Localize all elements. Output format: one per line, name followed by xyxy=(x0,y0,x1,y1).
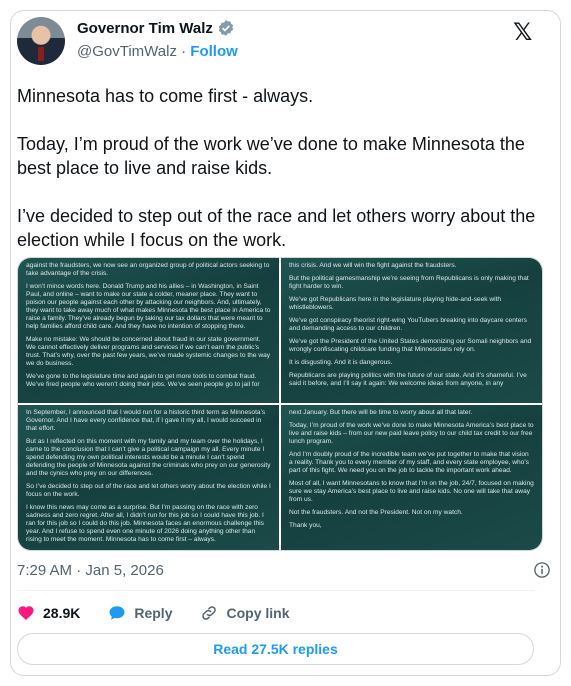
action-bar: 28.9K Reply Copy link xyxy=(17,602,318,624)
link-icon xyxy=(202,606,217,620)
statement-paragraph: I won’t mince words here. Donald Trump a… xyxy=(26,283,271,330)
copy-link-label: Copy link xyxy=(226,605,290,621)
author-name[interactable]: Governor Tim Walz xyxy=(77,20,213,37)
like-button[interactable]: 28.9K xyxy=(17,604,80,622)
reply-button[interactable]: Reply xyxy=(108,604,172,622)
statement-paragraph: next January. But there will be time to … xyxy=(289,409,473,416)
copy-link-button[interactable]: Copy link xyxy=(200,604,290,622)
author-name-row: Governor Tim Walz xyxy=(77,19,235,37)
handle-separator: · xyxy=(181,43,187,60)
tweet-paragraph: Minnesota has to come first - always. xyxy=(17,86,314,106)
statement-paragraph: Today, I’m proud of the work we’ve done … xyxy=(289,422,534,445)
info-icon[interactable] xyxy=(533,561,551,579)
statement-paragraph: Not the fraudsters. And not the Presiden… xyxy=(289,509,463,516)
x-logo-icon[interactable]: 𝕏 xyxy=(513,20,537,44)
media-grid: against the fraudsters, we now see an or… xyxy=(17,257,543,551)
statement-paragraph: I know this news may come as a surprise.… xyxy=(26,504,264,543)
follow-button[interactable]: Follow xyxy=(190,43,238,60)
timestamp-separator: · xyxy=(76,562,82,579)
statement-paragraph: Republicans are playing politics with th… xyxy=(289,372,527,387)
statement-paragraph: We’ve got conspiracy theorist right-wing… xyxy=(289,317,527,332)
like-count: 28.9K xyxy=(43,605,81,621)
statement-paragraph: against the fraudsters, we now see an or… xyxy=(26,262,270,277)
media-image-4[interactable]: next January. But there will be time to … xyxy=(281,405,542,550)
statement-paragraph: In September, I announced that I would r… xyxy=(26,409,266,432)
media-image-3[interactable]: In September, I announced that I would r… xyxy=(18,405,279,550)
statement-paragraph: this crisis. And we will win the fight a… xyxy=(289,262,457,269)
divider xyxy=(17,590,534,591)
tweet-text: Minnesota has to come first - always. To… xyxy=(17,84,537,276)
media-image-1[interactable]: against the fraudsters, we now see an or… xyxy=(18,258,279,403)
statement-paragraph: Thank you, xyxy=(289,522,322,529)
statement-paragraph: But as I reflected on this moment with m… xyxy=(26,438,271,477)
reply-label: Reply xyxy=(134,605,173,621)
reply-bubble-icon xyxy=(109,606,125,620)
read-replies-button[interactable]: Read 27.5K replies xyxy=(17,633,534,665)
media-image-2[interactable]: this crisis. And we will win the fight a… xyxy=(281,258,542,403)
tweet-paragraph: I’ve decided to step out of the race and… xyxy=(17,206,536,250)
statement-paragraph: And I’m doubly proud of the incredible t… xyxy=(289,451,529,474)
statement-paragraph: We’ve gone to the legislature time and a… xyxy=(26,373,260,388)
avatar[interactable] xyxy=(17,17,65,65)
author-handle[interactable]: @GovTimWalz xyxy=(77,43,177,60)
heart-icon xyxy=(18,606,34,620)
statement-paragraph: It is disgusting. And it is dangerous. xyxy=(289,359,393,366)
handle-row: @GovTimWalz · Follow xyxy=(77,43,238,60)
statement-paragraph: Make no mistake: We should be concerned … xyxy=(26,336,271,367)
tweet-header: Governor Tim Walz @GovTimWalz · Follow 𝕏 xyxy=(17,17,537,69)
statement-paragraph: We’ve got the President of the United St… xyxy=(289,338,532,353)
statement-paragraph: We’ve got Republicans here in the legisl… xyxy=(289,296,502,311)
tweet-date: Jan 5, 2026 xyxy=(85,562,164,579)
statement-paragraph: Most of all, I want Minnesotans to know … xyxy=(289,480,534,503)
tweet-timestamp[interactable]: 7:29 AM · Jan 5, 2026 xyxy=(17,562,164,579)
statement-paragraph: But the political gamesmanship we’re see… xyxy=(289,275,529,290)
verified-badge-icon xyxy=(218,20,233,36)
tweet-time: 7:29 AM xyxy=(17,562,73,579)
tweet-paragraph: Today, I’m proud of the work we’ve done … xyxy=(17,134,525,178)
statement-paragraph: So I’ve decided to step out of the race … xyxy=(26,483,271,498)
